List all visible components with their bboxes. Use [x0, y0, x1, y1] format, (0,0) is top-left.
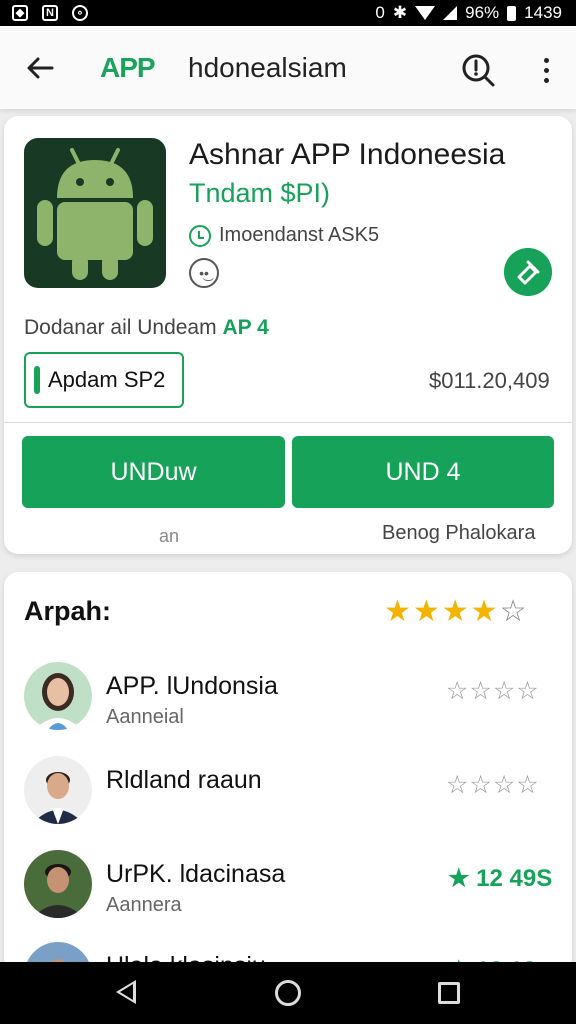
nav-recents-icon[interactable] — [438, 982, 460, 1004]
shield-icon: ◆ — [12, 5, 28, 21]
chip-indicator — [34, 366, 40, 394]
overall-rating-stars[interactable]: ★★★★☆ — [384, 594, 528, 629]
reviewer-name: UrPK. ldacinasa — [106, 860, 286, 888]
price-value: $011.20,409 — [429, 368, 550, 393]
download-label-text: Dodanar ail Undeam — [24, 316, 217, 339]
n-icon: N — [42, 5, 58, 21]
footer-left-text: an — [159, 526, 180, 546]
reviews-title: Arpah: — [24, 596, 111, 626]
reviewer-sub: Aanneial — [106, 706, 184, 728]
back-arrow-icon[interactable] — [22, 50, 58, 86]
review-item[interactable]: APP. lUndonsia Aanneial ☆☆☆☆ — [4, 662, 572, 752]
more-options-icon[interactable] — [532, 50, 560, 90]
app-meta-text: Imoendanst ASK5 — [219, 224, 380, 246]
reviewer-sub: Aannera — [106, 894, 182, 916]
review-stars: ☆☆☆☆ — [446, 677, 540, 705]
version-chip[interactable]: Apdam SP2 — [24, 352, 184, 408]
nav-home-icon[interactable] — [275, 980, 301, 1006]
battery-percent: 96% — [465, 3, 500, 22]
divider — [4, 422, 572, 423]
search-icon[interactable] — [458, 50, 498, 90]
avatar — [24, 756, 92, 824]
avatar — [24, 662, 92, 730]
secondary-download-button[interactable]: UND 4 — [292, 436, 554, 508]
review-item[interactable]: UrPK. ldacinasa Aannera ★ 12 49S — [4, 850, 572, 940]
reviewer-name: APP. lUndonsia — [106, 672, 278, 700]
signal-icon — [443, 6, 458, 20]
app-bar: APP hdonealsiam — [0, 26, 576, 110]
status-bar: ◆ N ∘ 0 ✱ 96% 1439 — [0, 0, 576, 26]
nav-back-icon[interactable] — [116, 980, 136, 1004]
reviewer-name: Rldland raaun — [106, 766, 262, 794]
android-app-icon — [24, 138, 166, 288]
review-score: ★ 12 49S — [448, 865, 553, 892]
app-logo: APP — [100, 52, 156, 83]
primary-download-button[interactable]: UNDuw — [22, 436, 285, 508]
status-left-icons: ◆ N ∘ — [12, 5, 88, 21]
app-subtitle: Tndam $PI) — [189, 178, 331, 208]
app-bar-title: hdonealsiam — [188, 52, 347, 83]
download-badge: AP 4 — [222, 316, 269, 339]
app-name: Ashnar APP Indoneesia — [189, 138, 506, 171]
face-icon: •͜• — [189, 258, 219, 288]
app-meta: Imoendanst ASK5 — [189, 224, 379, 247]
mute-icon: 0 — [375, 3, 385, 22]
notification-icon: ∘ — [72, 5, 88, 21]
wifi-icon — [415, 6, 436, 20]
avatar — [24, 850, 92, 918]
app-details-card: Ashnar APP Indoneesia Tndam $PI) Imoenda… — [4, 116, 572, 554]
battery-icon — [507, 5, 517, 21]
download-label: Dodanar ail Undeam AP 4 — [24, 316, 269, 340]
review-stars: ☆☆☆☆ — [446, 771, 540, 799]
status-right: 0 ✱ 96% 1439 — [375, 3, 562, 23]
footer-right-link[interactable]: Benog Phalokara — [382, 522, 535, 545]
reviews-card: Arpah: ★★★★☆ APP. lUndonsia Aanneial ☆☆☆… — [4, 572, 572, 972]
clock-icon — [189, 224, 211, 247]
chip-label: Apdam SP2 — [48, 367, 166, 392]
review-item[interactable]: Rldland raaun ☆☆☆☆ — [4, 756, 572, 846]
bluetooth-icon: ✱ — [392, 3, 408, 22]
share-fab-icon[interactable] — [504, 248, 552, 296]
clock: 1439 — [524, 3, 562, 22]
system-nav-bar — [0, 962, 576, 1024]
